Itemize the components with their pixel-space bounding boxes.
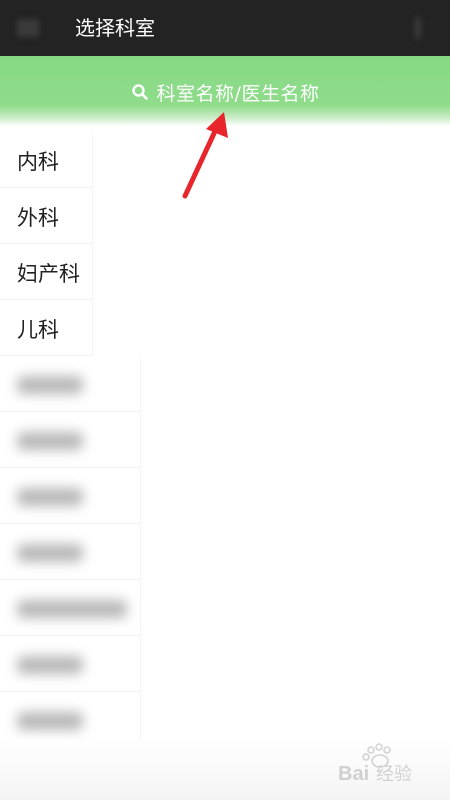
- page-title: 选择科室: [75, 16, 155, 40]
- back-button[interactable]: [0, 0, 56, 56]
- department-item-blurred[interactable]: [0, 525, 450, 581]
- svg-text:Bai: Bai: [338, 763, 369, 785]
- department-label: 内科: [17, 149, 59, 174]
- more-menu-button[interactable]: [406, 14, 430, 42]
- baidu-jingyan-watermark: Bai 经验: [338, 743, 412, 785]
- department-item[interactable]: 妇产科: [0, 245, 450, 301]
- annotation-arrow-icon: [182, 112, 228, 199]
- department-item[interactable]: 儿科: [0, 301, 450, 357]
- blurred-label: [17, 599, 127, 618]
- blurred-label: [17, 655, 83, 674]
- search-field[interactable]: 科室名称/医生名称: [0, 76, 450, 108]
- svg-text:经验: 经验: [376, 764, 412, 785]
- department-item-blurred[interactable]: [0, 357, 450, 413]
- blurred-label: [17, 711, 83, 730]
- search-icon: [131, 84, 148, 100]
- more-vert-icon: [415, 17, 421, 39]
- blurred-label: [17, 543, 83, 562]
- department-item-blurred[interactable]: [0, 413, 450, 469]
- app-bar: 选择科室: [0, 0, 450, 56]
- department-item-blurred[interactable]: [0, 637, 450, 693]
- department-item-blurred[interactable]: [0, 469, 450, 525]
- blurred-label: [17, 431, 83, 450]
- department-label: 妇产科: [17, 261, 80, 286]
- blurred-label: [17, 375, 83, 394]
- department-item-blurred[interactable]: [0, 581, 450, 637]
- search-placeholder: 科室名称/医生名称: [156, 82, 320, 105]
- back-arrow-icon: [17, 19, 39, 37]
- blurred-label: [17, 487, 83, 506]
- department-label: 儿科: [17, 317, 59, 342]
- department-label: 外科: [17, 205, 59, 230]
- department-list: 内科 外科 妇产科 儿科: [0, 133, 450, 749]
